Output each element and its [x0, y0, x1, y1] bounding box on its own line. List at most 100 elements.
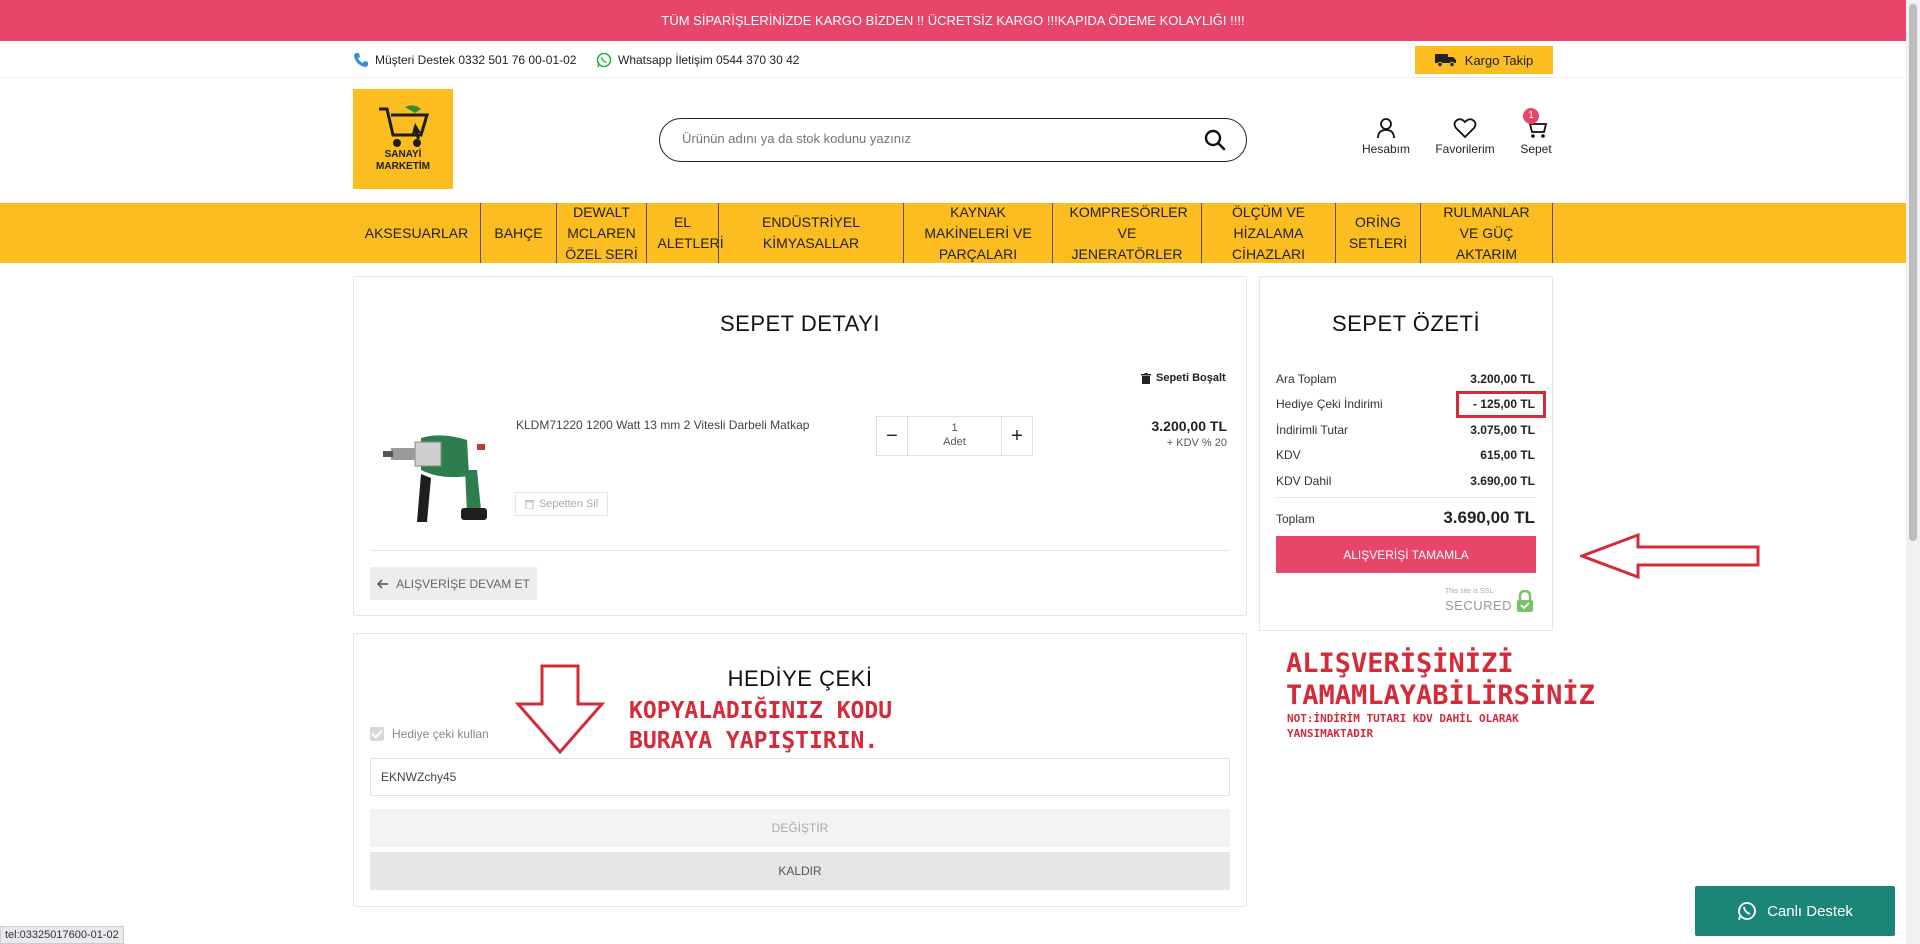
account-link[interactable]: Hesabım [1358, 117, 1414, 156]
nav-item-endustriyel[interactable]: ENDÜSTRİYEL KİMYASALLAR [719, 203, 904, 263]
product-name[interactable]: KLDM71220 1200 Watt 13 mm 2 Vitesli Darb… [516, 418, 809, 432]
quantity-display[interactable]: 1 Adet [907, 417, 1002, 455]
summary-label: KDV [1276, 448, 1301, 462]
summary-value: 3.075,00 TL [1470, 423, 1535, 437]
nav-item-bahce[interactable]: BAHÇE [481, 203, 557, 263]
nav-item-rulmanlar[interactable]: RULMANLAR VE GÜÇ AKTARIM [1421, 203, 1553, 263]
arrow-left-icon [377, 578, 389, 589]
gift-code-input[interactable] [370, 758, 1230, 796]
search-box[interactable] [659, 118, 1247, 162]
summary-label: Hediye Çeki İndirimi [1276, 397, 1383, 411]
quantity-unit: Adet [943, 436, 966, 448]
annotation-complete-line1: ALIŞVERİŞİNİZİ [1286, 648, 1514, 679]
trash-icon [1141, 372, 1151, 384]
site-logo[interactable]: SANAYİ MARKETİM [353, 89, 453, 189]
annotation-paste: KOPYALADIĞINIZ KODU BURAYA YAPIŞTIRIN. [629, 696, 892, 756]
ssl-small-text: This site is SSL [1445, 588, 1494, 595]
clear-cart-label: Sepeti Boşalt [1156, 372, 1226, 384]
page-scrollbar[interactable] [1906, 0, 1920, 944]
total-label: Toplam [1276, 512, 1315, 526]
cargo-tracking-button[interactable]: Kargo Takip [1415, 46, 1553, 74]
arrow-left-annotation [1580, 532, 1760, 580]
lock-icon [1517, 590, 1533, 612]
trash-icon [524, 500, 534, 509]
truck-icon [1434, 54, 1456, 67]
checkbox-checked[interactable] [370, 727, 384, 741]
continue-shopping-button[interactable]: ALIŞVERİŞE DEVAM ET [370, 567, 537, 600]
whatsapp-icon [1738, 902, 1756, 921]
cart-logo-icon [379, 105, 430, 147]
nav-item-oring[interactable]: ORİNG SETLERİ [1336, 203, 1421, 263]
annotation-note-line2: YANSIMAKTADIR [1287, 727, 1374, 740]
live-support-label: Canlı Destek [1767, 902, 1853, 920]
cargo-tracking-label: Kargo Takip [1464, 52, 1534, 68]
summary-row-subtotal: Ara Toplam 3.200,00 TL [1276, 372, 1535, 386]
cart-title: SEPET DETAYI [719, 311, 881, 336]
summary-label: KDV Dahil [1276, 474, 1332, 488]
ssl-badge: This site is SSL SECURED [1444, 588, 1536, 614]
continue-shopping-label: ALIŞVERİŞE DEVAM ET [396, 576, 530, 591]
cart-divider [370, 550, 1230, 551]
announcement-text: TÜM SİPARİŞLERİNİZDE KARGO BİZDEN !! ÜCR… [661, 13, 1245, 28]
browser-status-url: tel:03325017600-01-02 [0, 926, 124, 944]
whatsapp-text: Whatsapp İletişim 0544 370 30 42 [618, 53, 800, 67]
nav-item-kaynak[interactable]: KAYNAK MAKİNELERİ VE PARÇALARI [904, 203, 1053, 263]
account-label: Hesabım [1361, 142, 1411, 156]
decrease-qty-button[interactable]: − [877, 417, 907, 455]
whatsapp-contact[interactable]: Whatsapp İletişim 0544 370 30 42 [596, 52, 799, 68]
discount-highlight-box [1456, 391, 1546, 418]
logo-line-2: MARKETİM [376, 161, 430, 172]
summary-row-vat-included: KDV Dahil 3.690,00 TL [1276, 474, 1535, 488]
checkout-button[interactable]: ALIŞVERİŞİ TAMAMLA [1276, 536, 1536, 573]
remove-code-button[interactable]: KALDIR [370, 852, 1230, 890]
quantity-value: 1 [951, 422, 958, 434]
summary-label: İndirimli Tutar [1276, 423, 1349, 437]
arrow-down-annotation [514, 664, 606, 755]
summary-divider [1276, 497, 1535, 498]
category-nav: AKSESUARLAR BAHÇE DEWALT MCLAREN ÖZEL SE… [0, 203, 1906, 263]
summary-value: 3.200,00 TL [1470, 372, 1535, 386]
summary-title: SEPET ÖZETİ [1331, 311, 1481, 336]
remove-label: Sepetten Sil [538, 498, 599, 510]
search-input[interactable] [682, 131, 1182, 146]
nav-item-dewalt[interactable]: DEWALT MCLAREN ÖZEL SERİ [557, 203, 647, 263]
use-gift-voucher-label: Hediye çeki kullan [392, 727, 489, 741]
item-price-value: 3.200,00 TL [1151, 418, 1228, 434]
summary-value: 615,00 TL [1480, 448, 1535, 462]
favorites-link[interactable]: Favorilerim [1430, 117, 1500, 156]
cart-label: Sepet [1520, 142, 1552, 156]
logo-line-1: SANAYİ [384, 149, 422, 160]
annotation-complete-line2: TAMAMLAYABİLİRSİNİZ [1286, 680, 1595, 711]
info-bar: Müşteri Destek 0332 501 76 00-01-02 What… [0, 41, 1906, 78]
live-support-button[interactable]: Canlı Destek [1695, 886, 1895, 936]
phone-icon [354, 53, 368, 67]
ssl-big-text: SECURED [1445, 598, 1513, 613]
use-gift-voucher-checkbox[interactable]: Hediye çeki kullan [370, 727, 489, 741]
increase-qty-button[interactable]: + [1002, 417, 1032, 455]
annotation-note-line1: NOT:İNDİRİM TUTARI KDV DAHİL OLARAK [1287, 712, 1519, 725]
change-code-button[interactable]: DEĞİŞTİR [370, 809, 1230, 847]
annotation-complete: ALIŞVERİŞİNİZİ TAMAMLAYABİLİRSİNİZ [1286, 648, 1595, 712]
change-code-label: DEĞİŞTİR [771, 821, 829, 835]
summary-label: Ara Toplam [1276, 372, 1337, 386]
summary-row-vat: KDV 615,00 TL [1276, 448, 1535, 462]
remove-from-cart-button[interactable]: Sepetten Sil [515, 492, 608, 516]
nav-item-olcum[interactable]: ÖLÇÜM VE HİZALAMA CİHAZLARI [1202, 203, 1336, 263]
annotation-note: NOT:İNDİRİM TUTARI KDV DAHİL OLARAK YANS… [1287, 711, 1519, 741]
annotation-paste-line2: BURAYA YAPIŞTIRIN. [629, 728, 879, 754]
support-phone[interactable]: Müşteri Destek 0332 501 76 00-01-02 [353, 52, 576, 68]
heart-icon [1453, 118, 1477, 139]
summary-row-total: Toplam 3.690,00 TL [1276, 508, 1535, 527]
cart-link[interactable]: Sepet [1516, 117, 1556, 156]
nav-item-kompresorler[interactable]: KOMPRESÖRLER VE JENERATÖRLER [1053, 203, 1202, 263]
nav-item-el-aletleri[interactable]: EL ALETLERİ [647, 203, 724, 263]
announcement-bar: TÜM SİPARİŞLERİNİZDE KARGO BİZDEN !! ÜCR… [0, 0, 1906, 41]
scrollbar-thumb[interactable] [1909, 4, 1917, 541]
user-icon [1377, 118, 1395, 139]
nav-item-aksesuarlar[interactable]: AKSESUARLAR [353, 203, 481, 263]
product-image[interactable] [381, 418, 509, 528]
clear-cart-button[interactable]: Sepeti Boşalt [1141, 372, 1226, 384]
search-icon[interactable] [1204, 129, 1226, 151]
summary-row-discounted: İndirimli Tutar 3.075,00 TL [1276, 423, 1535, 437]
favorites-label: Favorilerim [1435, 142, 1495, 156]
